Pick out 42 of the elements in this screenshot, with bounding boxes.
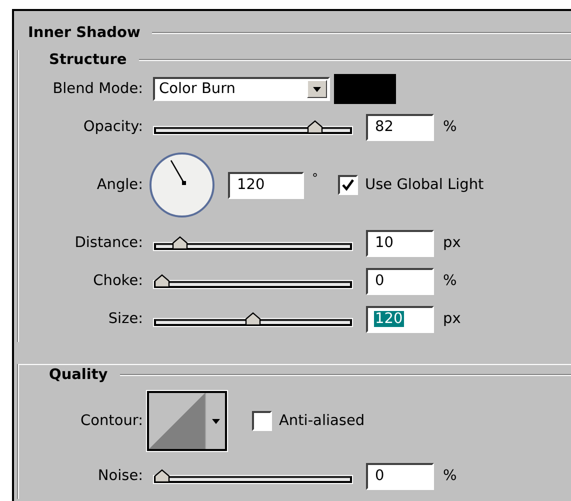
- slider-thumb[interactable]: [154, 469, 170, 483]
- field-label: Distance:: [74, 235, 143, 251]
- unit-label: px: [443, 235, 461, 251]
- slider[interactable]: [154, 119, 352, 135]
- unit-label: %: [443, 119, 457, 135]
- unit-label: %: [443, 273, 457, 289]
- field-label: Choke:: [92, 273, 143, 289]
- slider-thumb[interactable]: [306, 120, 323, 134]
- unit-label: %: [443, 468, 457, 484]
- field-label: Noise:: [96, 468, 143, 484]
- slider[interactable]: [154, 468, 352, 484]
- angle-field[interactable]: 120: [228, 172, 304, 198]
- checkbox[interactable]: [338, 175, 358, 195]
- number-field[interactable]: 0: [366, 462, 434, 490]
- degree-label: °: [312, 171, 318, 185]
- blend-mode-dropdown[interactable]: Color Burn: [153, 77, 330, 101]
- contour-picker[interactable]: [147, 391, 227, 451]
- slider[interactable]: [154, 311, 352, 327]
- number-field[interactable]: 120: [366, 306, 434, 332]
- slider-thumb[interactable]: [172, 236, 188, 250]
- angle-dial[interactable]: [149, 152, 215, 218]
- field-label: Opacity:: [82, 119, 143, 135]
- field-label: Size:: [107, 311, 143, 327]
- group-title: Structure: [49, 52, 127, 68]
- field-label: Contour:: [79, 413, 143, 429]
- number-field[interactable]: 10: [366, 230, 434, 256]
- number-field[interactable]: 0: [366, 268, 434, 294]
- field-label: Blend Mode:: [52, 81, 143, 97]
- checkbox[interactable]: [252, 411, 272, 431]
- slider[interactable]: [154, 273, 352, 289]
- group-title: Quality: [49, 367, 108, 383]
- slider-thumb[interactable]: [154, 274, 170, 288]
- contour-curve-icon: [149, 393, 205, 449]
- checkbox-label: Anti-aliased: [279, 413, 365, 429]
- unit-label: px: [443, 311, 461, 327]
- checkbox-label: Use Global Light: [365, 177, 484, 193]
- slider-thumb[interactable]: [245, 312, 261, 326]
- field-label: Angle:: [96, 177, 143, 193]
- color-swatch[interactable]: [334, 74, 396, 104]
- number-field[interactable]: 82: [366, 114, 434, 140]
- slider[interactable]: [154, 235, 352, 251]
- panel-title: Inner Shadow: [28, 25, 140, 41]
